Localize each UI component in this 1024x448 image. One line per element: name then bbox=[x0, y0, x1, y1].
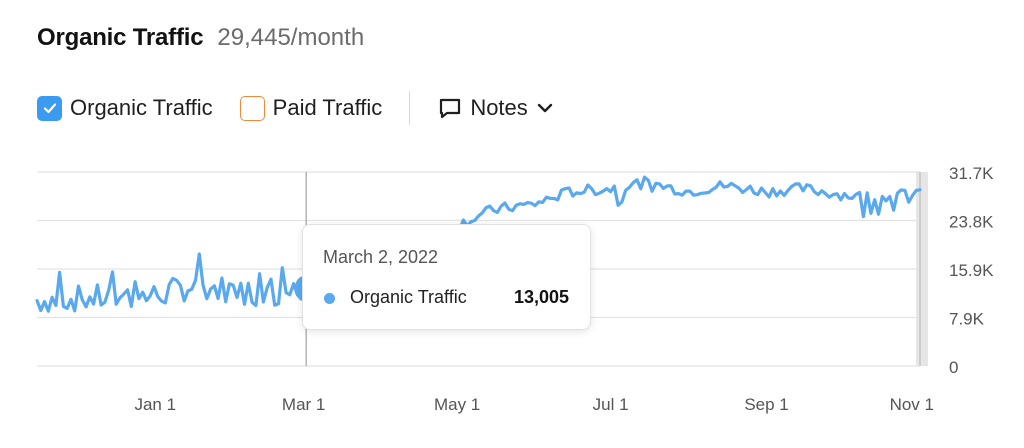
x-tick-label: Sep 1 bbox=[744, 395, 788, 414]
x-tick-label: May 1 bbox=[434, 395, 480, 414]
chevron-down-icon bbox=[537, 103, 552, 113]
chart-tooltip: March 2, 2022 Organic Traffic 13,005 bbox=[302, 224, 591, 330]
legend-label-paid: Paid Traffic bbox=[272, 95, 383, 120]
chart-end-band bbox=[916, 172, 928, 366]
x-tick-label: Jan 1 bbox=[134, 395, 176, 414]
x-axis-ticks: Jan 1 Mar 1 May 1 Jul 1 Sep 1 Nov 1 bbox=[134, 395, 934, 414]
legend: Organic Traffic Paid Traffic Notes bbox=[37, 91, 553, 125]
y-axis-ticks: 31.7K 23.8K 15.9K 7.9K 0 bbox=[949, 164, 994, 377]
x-tick-label: Mar 1 bbox=[282, 395, 325, 414]
x-tick-label: Jul 1 bbox=[593, 395, 629, 414]
legend-label-organic: Organic Traffic bbox=[70, 95, 213, 120]
y-tick-label: 23.8K bbox=[949, 213, 994, 232]
y-tick-label: 7.9K bbox=[949, 310, 985, 329]
y-tick-label: 31.7K bbox=[949, 164, 994, 183]
tooltip-series-dot bbox=[324, 293, 335, 304]
legend-item-organic[interactable]: Organic Traffic bbox=[37, 95, 213, 121]
tooltip-date: March 2, 2022 bbox=[323, 247, 439, 267]
legend-divider bbox=[409, 91, 411, 125]
chart-header: Organic Traffic 29,445/month bbox=[37, 24, 364, 58]
x-tick-label: Nov 1 bbox=[890, 395, 934, 414]
paid-checkbox[interactable] bbox=[239, 95, 265, 121]
checkmark-icon bbox=[43, 103, 56, 114]
tooltip-value: 13,005 bbox=[513, 287, 569, 307]
notes-dropdown[interactable]: Notes bbox=[438, 95, 552, 121]
speech-bubble-icon bbox=[440, 98, 461, 119]
y-tick-label: 15.9K bbox=[949, 261, 994, 280]
legend-item-paid[interactable]: Paid Traffic bbox=[239, 95, 383, 121]
chart-title: Organic Traffic bbox=[37, 24, 204, 51]
notes-label: Notes bbox=[470, 95, 528, 120]
y-tick-label: 0 bbox=[949, 358, 958, 377]
organic-checkbox[interactable] bbox=[37, 95, 62, 121]
traffic-metric: 29,445/month bbox=[217, 24, 365, 51]
tooltip-series-name: Organic Traffic bbox=[350, 287, 467, 307]
